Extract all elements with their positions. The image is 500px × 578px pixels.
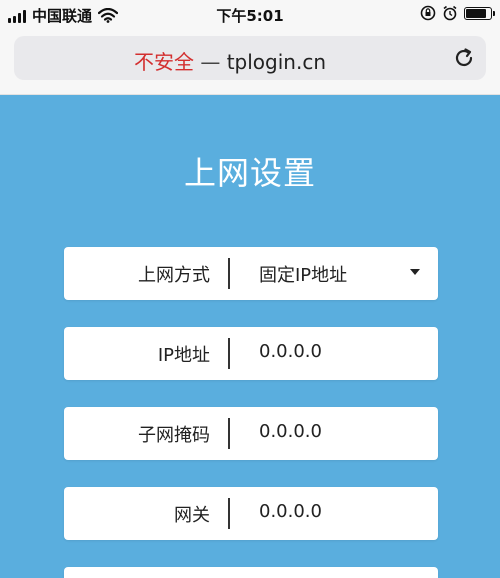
address-bar[interactable]: 不安全 — tplogin.cn — [14, 36, 486, 80]
field-label: 网关 — [174, 505, 210, 526]
status-bar: 中国联通 下午5:01 — [0, 0, 500, 30]
ip-address-field[interactable]: IP地址 0.0.0.0 — [64, 327, 438, 380]
subnet-mask-field[interactable]: 子网掩码 0.0.0.0 — [64, 407, 438, 460]
gateway-value[interactable]: 0.0.0.0 — [259, 501, 322, 522]
subnet-mask-value[interactable]: 0.0.0.0 — [259, 421, 322, 442]
chevron-down-icon — [410, 269, 420, 275]
status-bar-right — [420, 5, 495, 21]
field-divider — [228, 498, 230, 529]
battery-icon — [464, 6, 495, 20]
connection-type-select[interactable]: 上网方式 固定IP地址 — [64, 247, 438, 300]
field-divider — [228, 338, 230, 369]
field-divider — [228, 258, 230, 289]
field-label: 上网方式 — [138, 265, 210, 286]
url-separator: — — [193, 50, 227, 74]
alarm-icon — [443, 5, 457, 21]
insecure-label: 不安全 — [133, 50, 194, 74]
browser-toolbar: 不安全 — tplogin.cn — [0, 30, 500, 95]
next-field-partial[interactable] — [64, 567, 438, 578]
field-divider — [228, 418, 230, 449]
gateway-field[interactable]: 网关 0.0.0.0 — [64, 487, 438, 540]
url-domain: tplogin.cn — [226, 50, 326, 74]
field-label: IP地址 — [157, 345, 210, 366]
ip-address-value[interactable]: 0.0.0.0 — [259, 341, 322, 362]
field-label: 子网掩码 — [138, 425, 210, 446]
address-text: 不安全 — tplogin.cn — [14, 46, 446, 75]
reload-icon[interactable] — [452, 46, 476, 70]
connection-type-value: 固定IP地址 — [259, 265, 348, 286]
page-title: 上网设置 — [183, 154, 316, 192]
lock-rotation-icon — [420, 5, 436, 21]
